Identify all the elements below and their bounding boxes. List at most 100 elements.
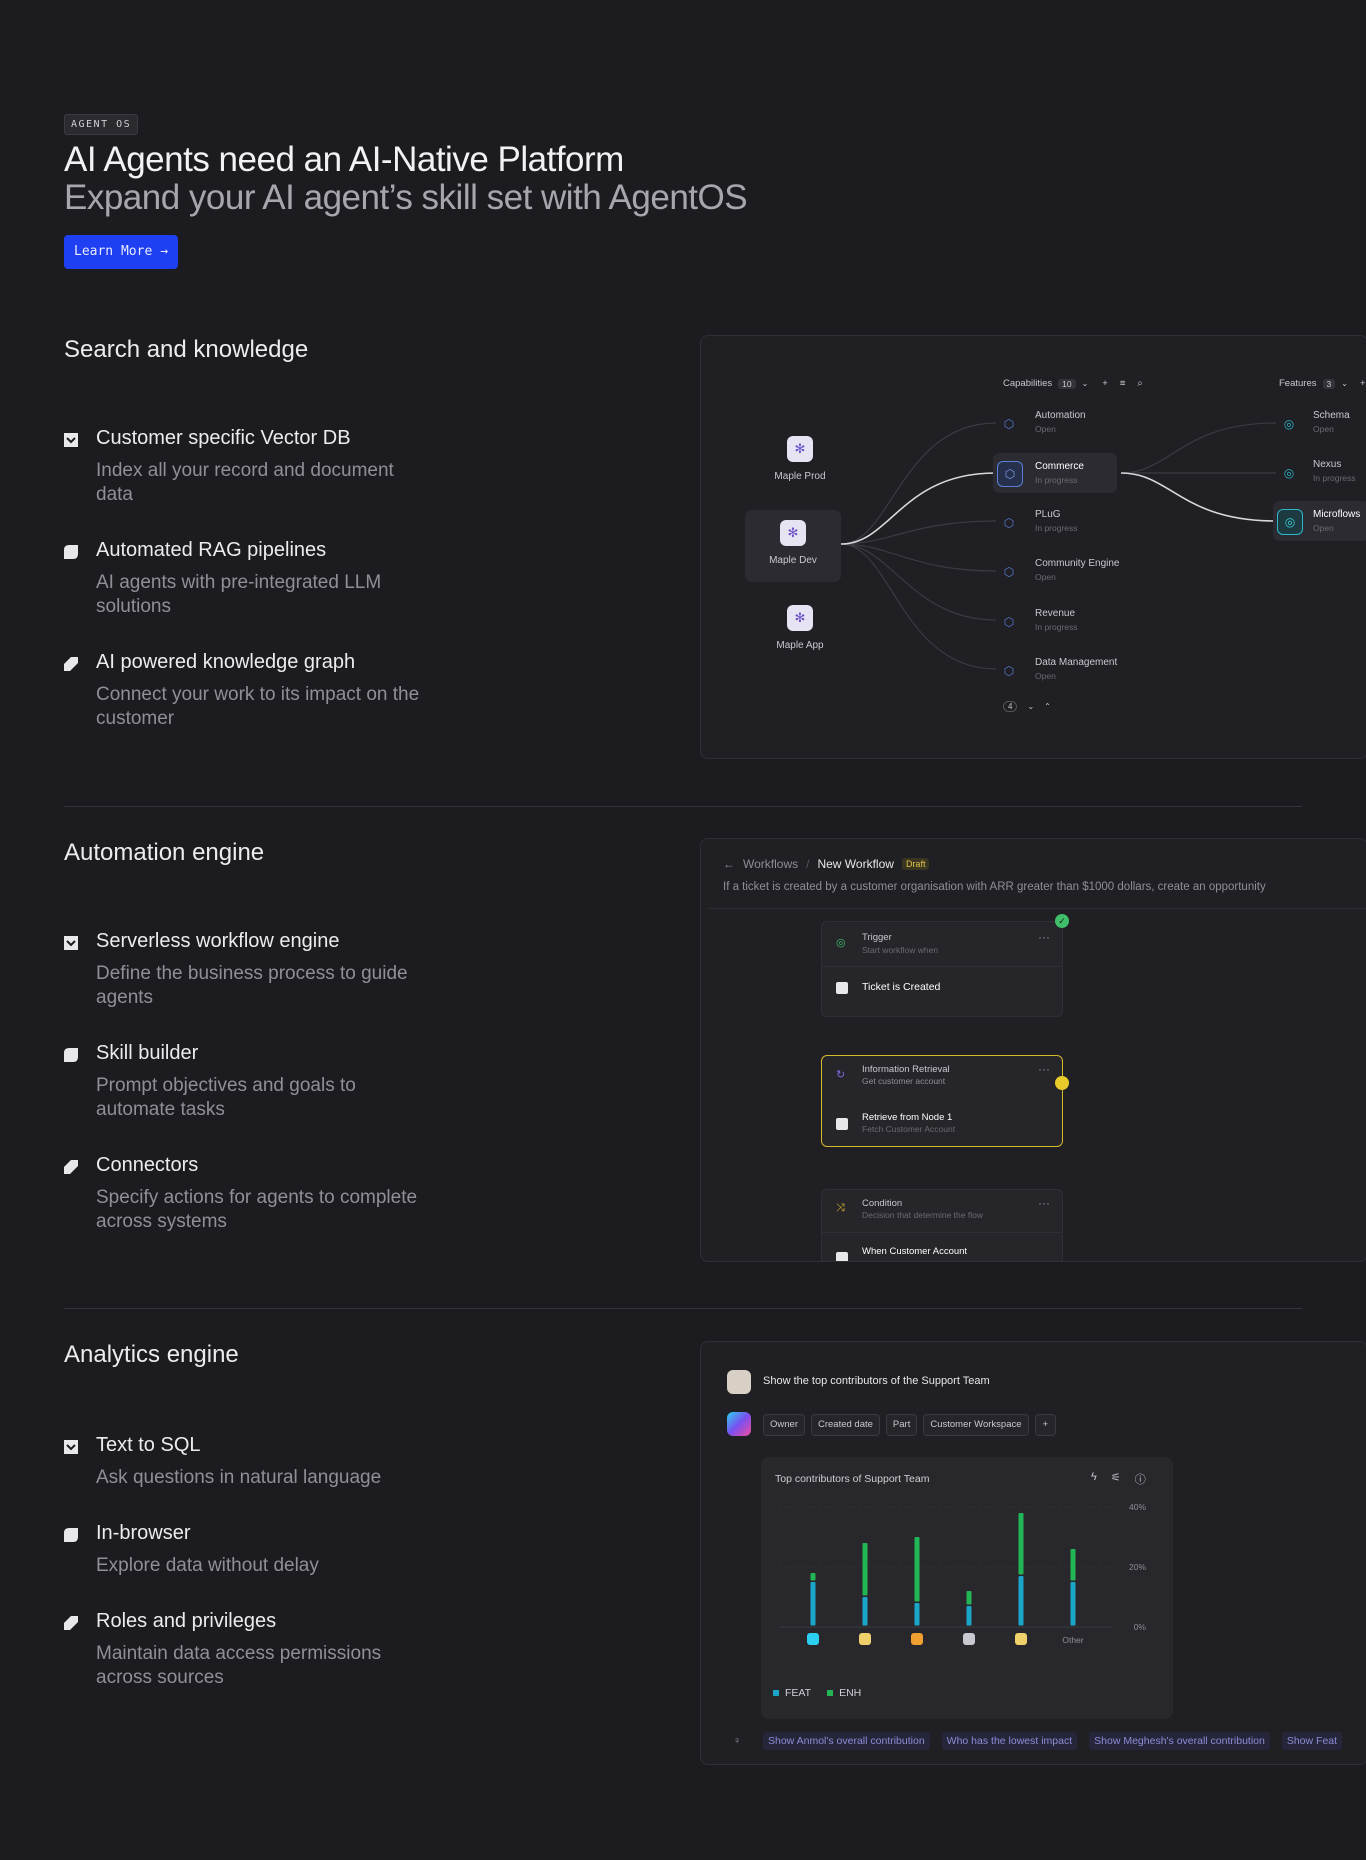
bar-feat[interactable] bbox=[862, 1597, 868, 1626]
bar-enh[interactable] bbox=[914, 1537, 920, 1602]
back-arrow-icon[interactable]: ← bbox=[723, 857, 735, 871]
pagination-controls: 4 ⌄ ⌃ bbox=[1003, 701, 1051, 712]
bar-feat[interactable] bbox=[966, 1606, 972, 1626]
feature-desc: AI agents with pre-integrated LLM soluti… bbox=[96, 572, 382, 617]
feature-title: Serverless workflow engine bbox=[96, 930, 340, 952]
bolt-icon[interactable]: ϟ bbox=[1091, 1471, 1097, 1487]
cube-icon: ⬡ bbox=[1003, 417, 1015, 431]
suggestion-chip[interactable]: Show Anmol's overall contribution bbox=[763, 1732, 930, 1750]
bar-enh[interactable] bbox=[966, 1591, 972, 1605]
condition-card[interactable]: ⤨ Condition Decision that determine the … bbox=[821, 1189, 1063, 1261]
product-node-maple-dev[interactable]: ✻ Maple Dev bbox=[745, 510, 841, 582]
feature-node[interactable]: ◎ Microflows Open bbox=[1273, 501, 1366, 541]
info-retrieval-card[interactable]: ↻ Information Retrieval Get customer acc… bbox=[821, 1055, 1063, 1147]
chart-plot: 40% 20% 0% Other bbox=[779, 1502, 1146, 1645]
filter-icon[interactable]: ≡ bbox=[1120, 378, 1126, 389]
plus-icon[interactable]: + bbox=[1102, 378, 1108, 389]
trigger-card[interactable]: ◎ Trigger Start workflow when ··· Ticket… bbox=[821, 921, 1063, 1017]
more-options-icon[interactable]: ··· bbox=[1038, 1196, 1050, 1210]
hero-title: AI Agents need an AI-Native Platform bbox=[64, 140, 624, 179]
info-icon[interactable]: ⓘ bbox=[1135, 1471, 1146, 1487]
capability-status: Open bbox=[1035, 572, 1056, 582]
lightbulb-icon: ♀ bbox=[733, 1735, 742, 1747]
app-icon bbox=[836, 982, 848, 994]
draft-badge: Draft bbox=[901, 858, 930, 870]
feature-status: Open bbox=[1313, 523, 1334, 533]
bar-enh[interactable] bbox=[810, 1573, 816, 1581]
bar-enh[interactable] bbox=[1070, 1549, 1076, 1581]
chevron-down-icon[interactable]: ⌄ bbox=[1341, 379, 1348, 388]
contributor-avatar[interactable] bbox=[911, 1633, 923, 1645]
bar-feat[interactable] bbox=[914, 1603, 920, 1626]
flag-corner-icon bbox=[64, 657, 78, 671]
bar-feat[interactable] bbox=[810, 1582, 816, 1626]
capability-name: Automation bbox=[1035, 410, 1086, 421]
learn-more-button[interactable]: Learn More → bbox=[64, 235, 179, 269]
filter-chip[interactable]: Part bbox=[885, 1414, 918, 1436]
breadcrumb-current: New Workflow bbox=[817, 857, 894, 871]
sliders-icon[interactable]: ⚟ bbox=[1111, 1471, 1121, 1487]
search-icon[interactable]: ⌕ bbox=[1137, 378, 1142, 389]
capability-node[interactable]: ⬡ Automation Open bbox=[997, 406, 1117, 440]
feature-title: AI powered knowledge graph bbox=[96, 651, 356, 673]
capability-node[interactable]: ⬡ Community Engine Open bbox=[997, 554, 1137, 588]
capability-node[interactable]: ⬡ PLuG In progress bbox=[997, 505, 1117, 539]
section-title-automation: Automation engine bbox=[64, 839, 265, 866]
chevron-down-icon[interactable]: ⌄ bbox=[1082, 379, 1089, 388]
bar-enh[interactable] bbox=[1018, 1513, 1024, 1575]
contributor-avatar[interactable] bbox=[963, 1633, 975, 1645]
learn-more-label: Learn More bbox=[74, 244, 153, 259]
y-tick-label: 20% bbox=[1129, 1562, 1146, 1572]
query-text: Show the top contributors of the Support… bbox=[763, 1375, 990, 1387]
connector-handle[interactable] bbox=[1055, 1076, 1069, 1090]
more-count[interactable]: 4 bbox=[1003, 701, 1018, 712]
filter-chip[interactable]: Created date bbox=[810, 1414, 880, 1436]
y-tick-label: 40% bbox=[1129, 1502, 1146, 1512]
suggestion-bar: Show Anmol's overall contribution Who ha… bbox=[763, 1732, 1343, 1750]
chevron-up-icon[interactable]: ⌃ bbox=[1044, 702, 1051, 711]
section-title-search: Search and knowledge bbox=[64, 336, 309, 363]
trigger-sub: Start workflow when bbox=[862, 945, 939, 955]
plus-icon[interactable]: + bbox=[1360, 378, 1366, 389]
suggestion-chip[interactable]: Show Meghesh's overall contribution bbox=[1089, 1732, 1270, 1750]
contributor-avatar[interactable] bbox=[1015, 1633, 1027, 1645]
capability-status: Open bbox=[1035, 671, 1056, 681]
capability-node[interactable]: ⬡ Data Management Open bbox=[997, 653, 1137, 687]
workflow-prompt[interactable]: If a ticket is created by a customer org… bbox=[723, 881, 1266, 893]
capability-status: Open bbox=[1035, 424, 1056, 434]
cube-icon: ⬡ bbox=[1003, 516, 1015, 530]
capability-status: In progress bbox=[1035, 523, 1078, 533]
suggestion-chip[interactable]: Who has the lowest impact bbox=[941, 1732, 1078, 1750]
bar-feat[interactable] bbox=[1070, 1582, 1076, 1626]
capability-node[interactable]: ⬡ Revenue In progress bbox=[997, 604, 1117, 638]
contributor-avatar[interactable] bbox=[807, 1633, 819, 1645]
features-label: Features bbox=[1279, 378, 1317, 389]
filter-chip[interactable]: Customer Workspace bbox=[923, 1414, 1029, 1436]
feature-title: Skill builder bbox=[96, 1042, 199, 1064]
bar-feat[interactable] bbox=[1018, 1576, 1024, 1626]
section-divider bbox=[64, 1308, 1302, 1309]
add-filter-button[interactable]: + bbox=[1034, 1414, 1057, 1436]
hero-subtitle: Expand your AI agent’s skill set with Ag… bbox=[64, 178, 748, 217]
refresh-icon: ↻ bbox=[836, 1069, 846, 1081]
more-options-icon[interactable]: ··· bbox=[1038, 930, 1050, 944]
target-icon: ◎ bbox=[836, 937, 846, 949]
more-options-icon[interactable]: ··· bbox=[1038, 1062, 1050, 1076]
suggestion-chip[interactable]: Show Feat bbox=[1281, 1732, 1343, 1750]
breadcrumb-root[interactable]: Workflows bbox=[743, 857, 798, 871]
knowledge-graph-panel: Capabilities 10 ⌄ + ≡ ⌕ Features 3 ⌄ + ✻… bbox=[700, 335, 1366, 759]
feature-status: Open bbox=[1313, 424, 1334, 434]
contributor-avatar[interactable] bbox=[859, 1633, 871, 1645]
filter-chip[interactable]: Owner bbox=[763, 1414, 805, 1436]
feature-node[interactable]: ◎ Nexus In progress bbox=[1277, 455, 1366, 489]
leaf-icon bbox=[64, 1048, 78, 1062]
product-node-maple-prod[interactable]: ✻ Maple Prod bbox=[757, 436, 843, 482]
feature-name: Nexus bbox=[1313, 459, 1342, 470]
feature-node[interactable]: ◎ Schema Open bbox=[1277, 406, 1366, 440]
chevron-down-icon[interactable]: ⌄ bbox=[1027, 702, 1034, 711]
capability-node[interactable]: ⬡ Commerce In progress bbox=[993, 453, 1117, 493]
info-action: Retrieve from Node 1 bbox=[862, 1112, 953, 1123]
chart-card: Top contributors of Support Team ϟ ⚟ ⓘ 4… bbox=[761, 1457, 1173, 1719]
bar-enh[interactable] bbox=[862, 1543, 868, 1596]
product-node-maple-app[interactable]: ✻ Maple App bbox=[757, 605, 843, 651]
